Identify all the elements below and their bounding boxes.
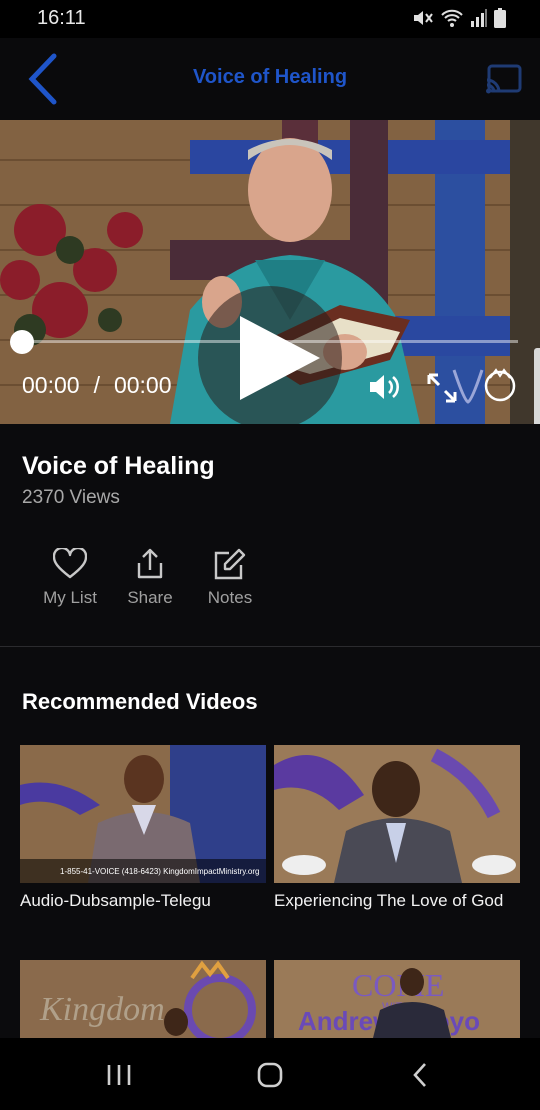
card-title: Experiencing The Love of God [274, 891, 504, 910]
thumbnail-caption: Kingdom [39, 991, 165, 1028]
cast-icon[interactable] [486, 64, 522, 94]
notes-label: Notes [207, 588, 253, 607]
video-player[interactable]: 00:00 / 00:00 [0, 120, 540, 424]
scroll-handle[interactable] [534, 348, 540, 424]
status-time: 16:11 [37, 7, 86, 29]
heart-icon [53, 548, 87, 579]
thumbnail-image [274, 745, 520, 883]
time-separator: / [93, 372, 100, 398]
signal-icon [471, 9, 487, 27]
play-button[interactable] [198, 286, 342, 424]
recommended-heading: Recommended Videos [22, 689, 258, 714]
action-row: My List Share Notes [30, 548, 270, 608]
battery-icon [494, 8, 506, 28]
my-list-label: My List [43, 588, 97, 607]
status-bar: 16:11 [0, 0, 540, 38]
time-display: 00:00 / 00:00 [22, 372, 172, 399]
recommended-card[interactable]: 1-855-41-VOICE (418-6423) KingdomImpactM… [20, 745, 266, 911]
play-icon [240, 316, 320, 400]
channel-logo-icon [452, 368, 516, 404]
share-icon [137, 548, 163, 579]
system-nav-bar [0, 1038, 540, 1110]
edit-icon [214, 548, 246, 580]
video-title: Voice of Healing [22, 452, 215, 480]
video-thumbnail[interactable]: 1-855-41-VOICE (418-6423) KingdomImpactM… [20, 745, 266, 883]
home-icon[interactable] [255, 1060, 285, 1090]
share-label: Share [127, 588, 173, 607]
card-title: Audio-Dubsample-Telegu [20, 891, 211, 910]
recents-icon[interactable] [104, 1060, 134, 1090]
status-icons [412, 8, 506, 28]
video-thumbnail[interactable] [274, 745, 520, 883]
recommended-card[interactable]: Experiencing The Love of God [274, 745, 520, 911]
view-count: 2370 Views [22, 487, 120, 508]
thumbnail-caption: 1-855-41-VOICE (418-6423) KingdomImpactM… [60, 867, 260, 876]
wifi-icon [441, 9, 463, 27]
back-icon[interactable] [406, 1060, 436, 1090]
mute-icon [414, 11, 433, 25]
share-button[interactable]: Share [110, 548, 190, 608]
current-time: 00:00 [22, 372, 80, 398]
app-bar: Voice of Healing [0, 38, 540, 120]
seek-bar[interactable] [22, 340, 518, 343]
duration: 00:00 [113, 372, 172, 398]
volume-icon[interactable] [368, 372, 400, 402]
app-title: Voice of Healing [192, 66, 348, 88]
my-list-button[interactable]: My List [30, 548, 110, 608]
divider [0, 646, 540, 647]
notes-button[interactable]: Notes [190, 548, 270, 608]
thumbnail-caption: COME [352, 967, 444, 1003]
thumbnail-image: 1-855-41-VOICE (418-6423) KingdomImpactM… [20, 745, 266, 883]
seek-thumb[interactable] [10, 330, 34, 354]
